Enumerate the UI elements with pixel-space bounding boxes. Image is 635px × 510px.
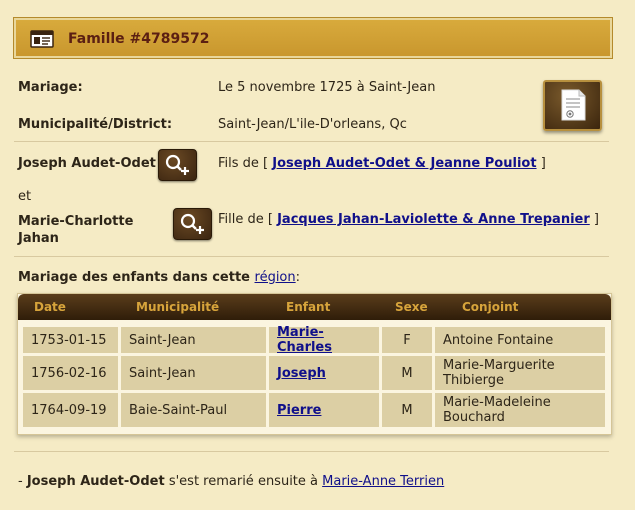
header-enfant: Enfant bbox=[286, 300, 331, 314]
husband-parents: Fils de [ Joseph Audet-Odet & Jeanne Pou… bbox=[218, 156, 546, 171]
municipalite-cell: Baie-Saint-Paul bbox=[121, 393, 266, 427]
header-municipalite: Municipalité bbox=[136, 300, 220, 314]
municipalite-value: Saint-Jean/L'ile-D'orleans, Qc bbox=[218, 117, 407, 132]
wife-name-line2: Jahan bbox=[18, 231, 59, 246]
divider bbox=[14, 451, 609, 452]
enfant-cell: Joseph bbox=[269, 356, 379, 390]
document-button[interactable] bbox=[543, 80, 602, 131]
municipalite-label: Municipalité/District: bbox=[18, 117, 173, 132]
remarried-person: Joseph Audet-Odet bbox=[26, 474, 165, 489]
wife-parents: Fille de [ Jacques Jahan-Laviolette & An… bbox=[218, 212, 599, 227]
header-conjoint: Conjoint bbox=[462, 300, 519, 314]
wife-name-line1: Marie-Charlotte bbox=[18, 214, 134, 229]
sexe-cell: F bbox=[382, 327, 432, 353]
conjoint-cell: Antoine Fontaine bbox=[435, 327, 605, 353]
family-title: Famille #4789572 bbox=[68, 31, 210, 47]
husband-search-button[interactable] bbox=[158, 149, 197, 181]
sexe-cell: M bbox=[382, 393, 432, 427]
remarriage-spouse-link[interactable]: Marie-Anne Terrien bbox=[322, 474, 444, 489]
municipalite-cell: Saint-Jean bbox=[121, 356, 266, 390]
magnifier-plus-icon bbox=[180, 213, 204, 234]
husband-parents-link[interactable]: Joseph Audet-Odet & Jeanne Pouliot bbox=[272, 156, 536, 171]
date-cell: 1756-02-16 bbox=[23, 356, 118, 390]
region-link[interactable]: région bbox=[255, 270, 296, 285]
family-header: Famille #4789572 bbox=[14, 18, 612, 58]
date-cell: 1753-01-15 bbox=[23, 327, 118, 353]
date-cell: 1764-09-19 bbox=[23, 393, 118, 427]
conjoint-cell: Marie-Madeleine Bouchard bbox=[435, 393, 605, 427]
enfant-link[interactable]: Joseph bbox=[277, 366, 326, 381]
table-header: Date Municipalité Enfant Sexe Conjoint bbox=[18, 294, 611, 320]
wife-parents-link[interactable]: Jacques Jahan-Laviolette & Anne Trepanie… bbox=[277, 212, 590, 227]
mariage-value: Le 5 novembre 1725 à Saint-Jean bbox=[218, 80, 436, 95]
mariage-label: Mariage: bbox=[18, 80, 83, 95]
municipalite-cell: Saint-Jean bbox=[121, 327, 266, 353]
enfant-link[interactable]: Pierre bbox=[277, 403, 321, 418]
children-table: Date Municipalité Enfant Sexe Conjoint 1… bbox=[17, 293, 612, 435]
certificate-icon bbox=[561, 89, 586, 121]
enfant-cell: Marie-Charles bbox=[269, 325, 379, 355]
enfant-link[interactable]: Marie-Charles bbox=[277, 325, 371, 355]
header-sexe: Sexe bbox=[395, 300, 428, 314]
remarriage-note: - Joseph Audet-Odet s'est remarié ensuit… bbox=[18, 474, 445, 489]
id-card-icon bbox=[30, 30, 54, 48]
sexe-cell: M bbox=[382, 356, 432, 390]
husband-name: Joseph Audet-Odet bbox=[18, 156, 156, 171]
header-date: Date bbox=[34, 300, 66, 314]
enfant-cell: Pierre bbox=[269, 393, 379, 427]
wife-search-button[interactable] bbox=[173, 208, 212, 240]
children-section-title: Mariage des enfants dans cette région: bbox=[18, 270, 301, 285]
divider bbox=[14, 141, 609, 142]
connector-text: et bbox=[18, 189, 32, 204]
conjoint-cell: Marie-Marguerite Thibierge bbox=[435, 356, 605, 390]
divider bbox=[14, 256, 609, 257]
magnifier-plus-icon bbox=[165, 154, 189, 175]
